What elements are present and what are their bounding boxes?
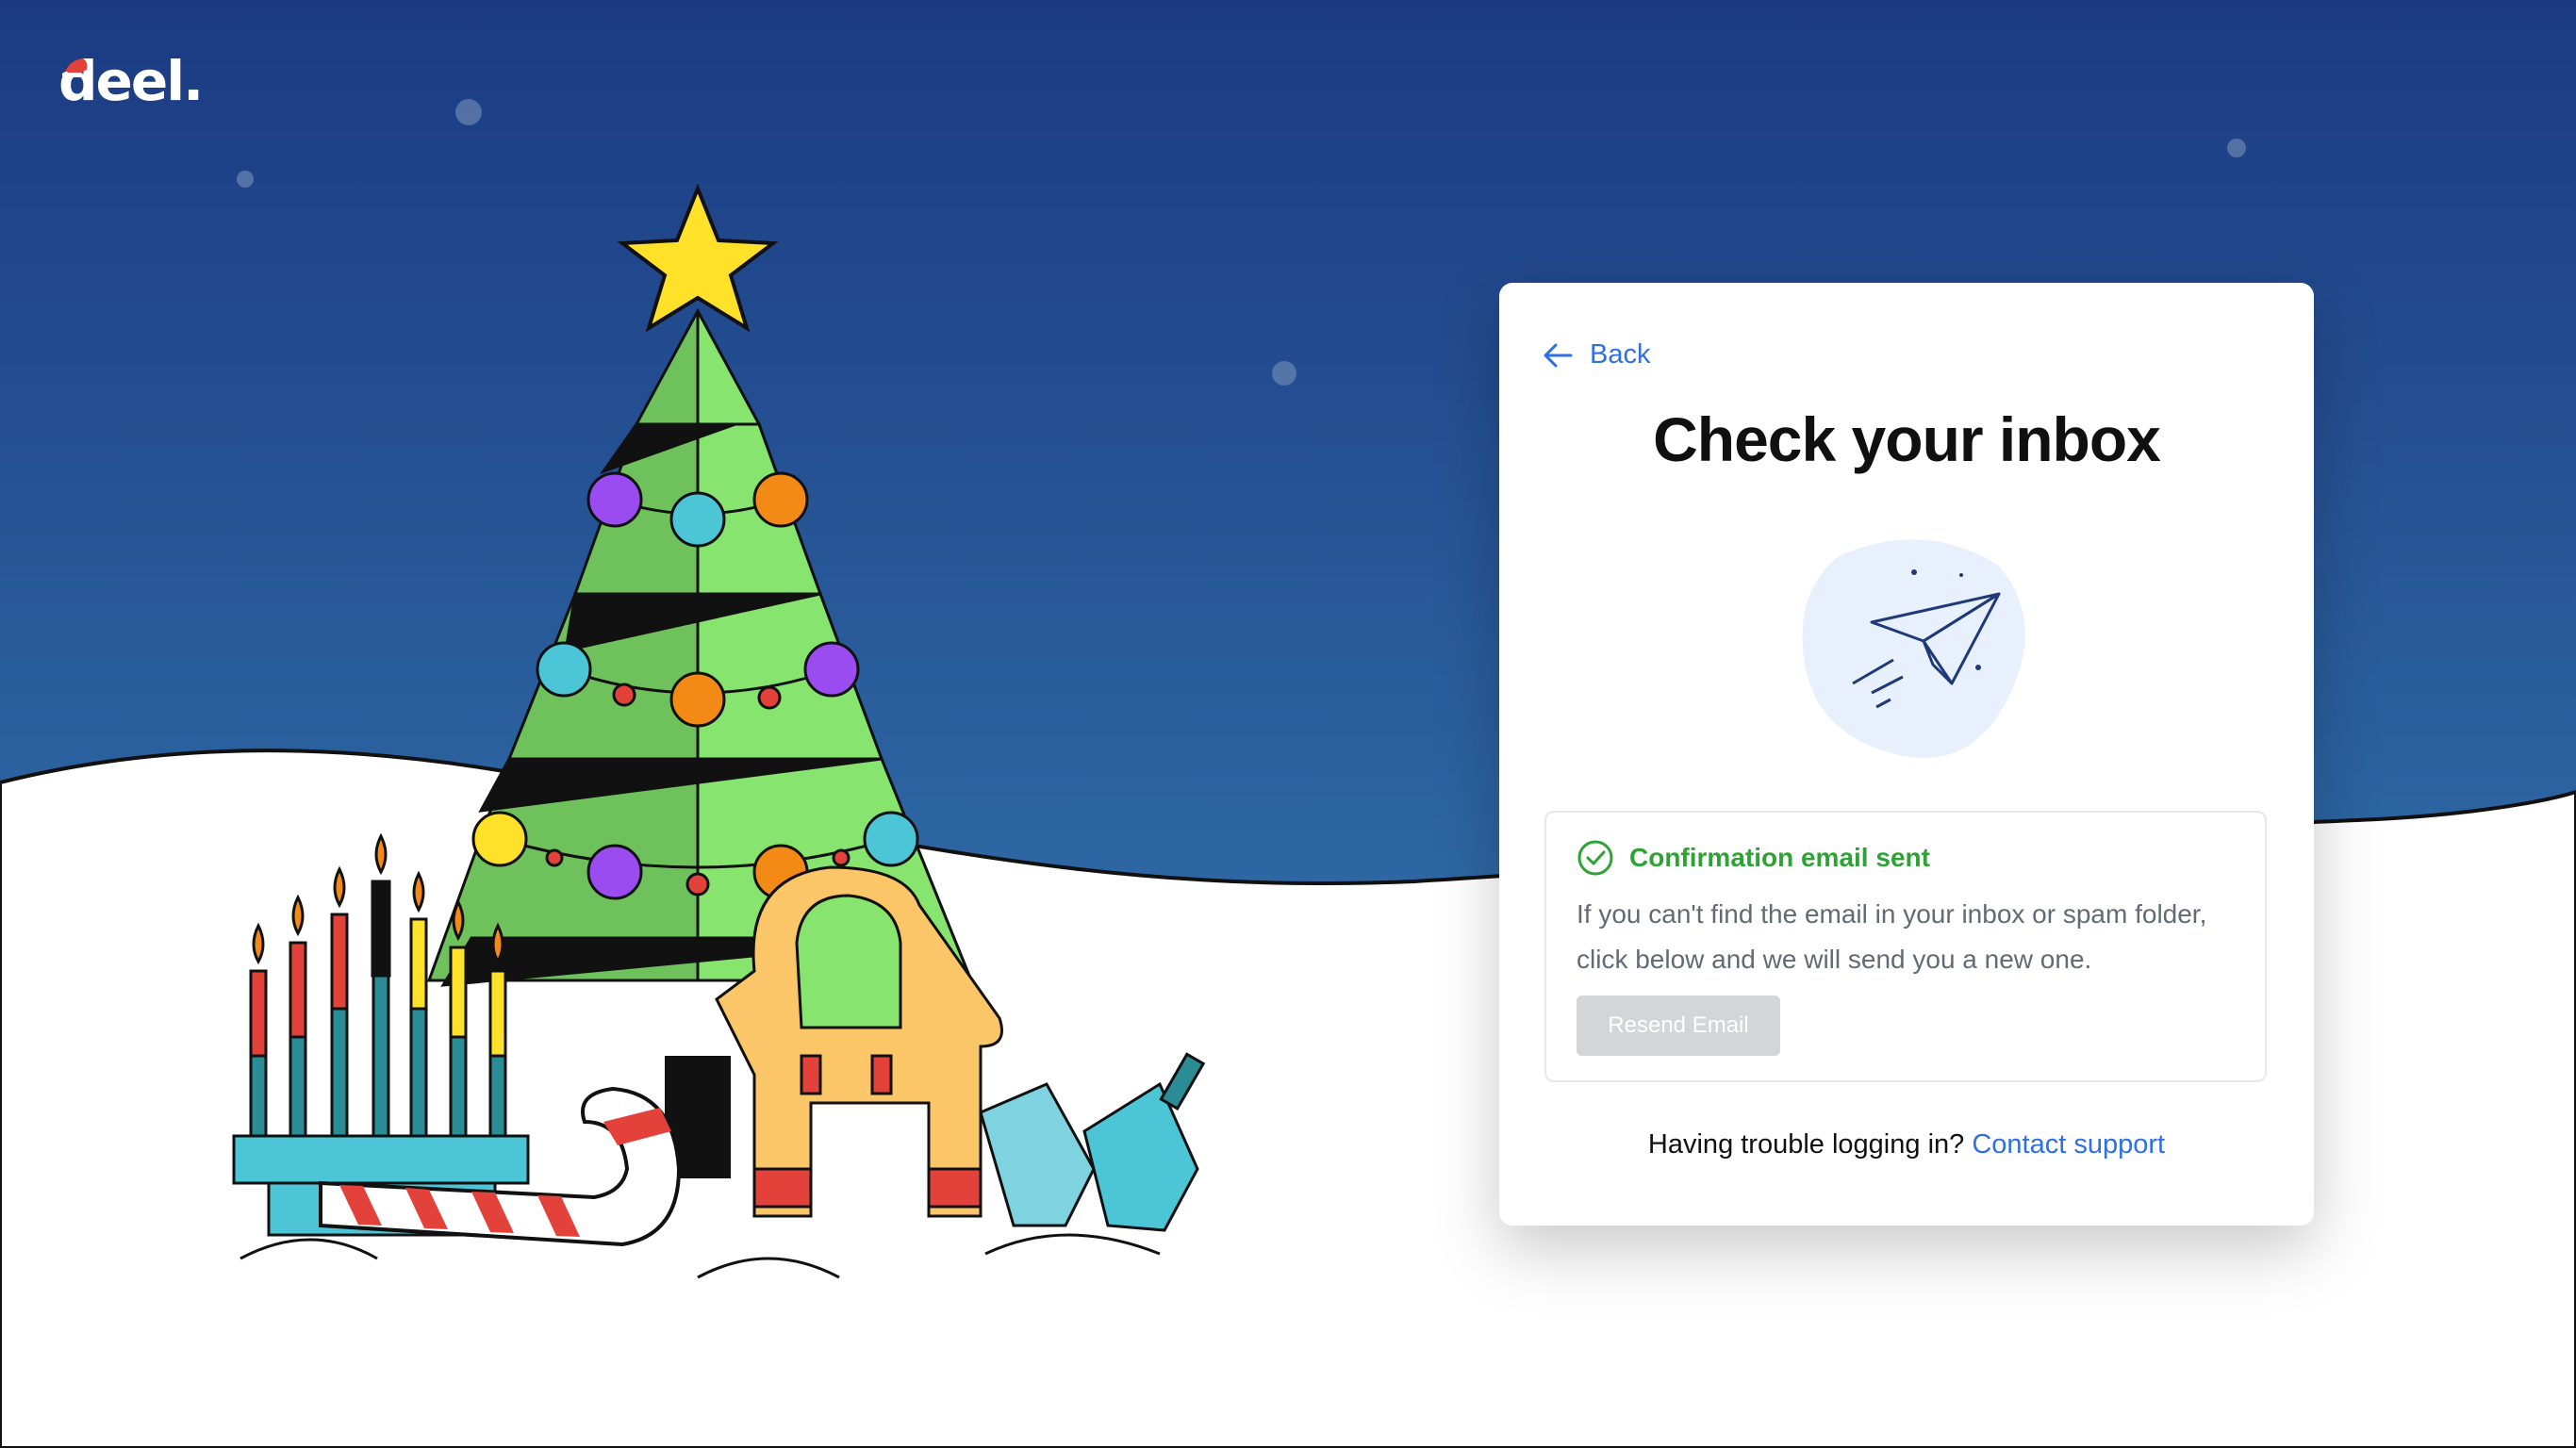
- login-help: Having trouble logging in? Contact suppo…: [1499, 1129, 2314, 1160]
- snowflake: [455, 99, 482, 125]
- contact-support-link[interactable]: Contact support: [1972, 1129, 2165, 1160]
- snowflake: [2227, 139, 2246, 157]
- check-circle-icon: [1577, 840, 1613, 876]
- notice-body: If you can't find the email in your inbo…: [1577, 899, 2207, 974]
- resend-email-button[interactable]: Resend Email: [1577, 996, 1780, 1056]
- notice-heading: Confirmation email sent: [1629, 843, 1930, 872]
- santa-hat-icon: [62, 58, 88, 77]
- snowflake: [237, 171, 254, 188]
- page-title: Check your inbox: [1653, 404, 2161, 474]
- check-inbox-card: Back Check your inbox Confirmation email…: [1499, 283, 2314, 1226]
- deel-logo[interactable]: deel.: [58, 49, 204, 113]
- confirmation-notice: Confirmation email sent If you can't fin…: [1544, 811, 2267, 1082]
- paper-plane-illustration: [1802, 539, 2025, 758]
- snowflake: [1272, 361, 1296, 386]
- login-help-question: Having trouble logging in?: [1647, 1129, 1965, 1160]
- arrow-left-icon: [1544, 343, 1573, 367]
- back-label: Back: [1590, 339, 1651, 370]
- back-link[interactable]: Back: [1543, 339, 1650, 370]
